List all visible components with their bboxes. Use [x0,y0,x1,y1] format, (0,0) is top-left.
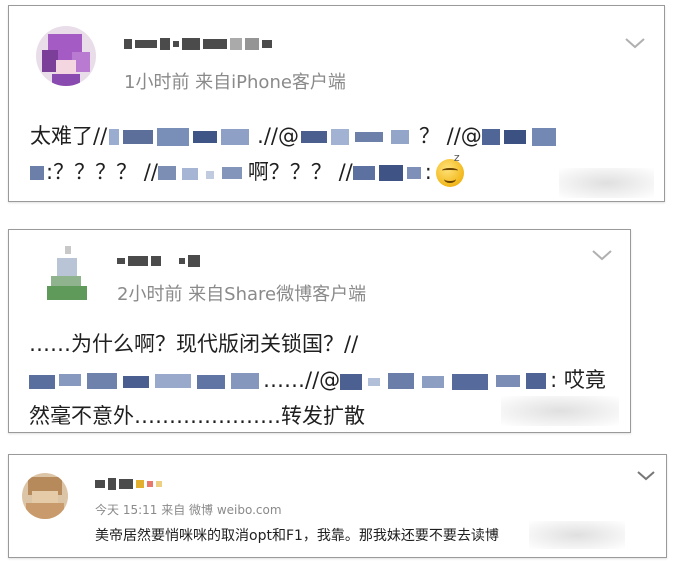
user-avatar[interactable] [36,26,96,86]
watermark-blur [529,521,625,549]
sleepy-smile-emoji-icon: z [435,151,464,187]
post-meta: 今天 15:11 来自 微博 weibo.com [95,503,282,517]
user-avatar[interactable] [22,473,68,519]
redacted-mention [107,126,257,148]
post-meta: 1小时前 来自iPhone客户端 [124,72,346,93]
post-card-3: 今天 15:11 来自 微博 weibo.com 美帝居然要悄咪咪的取消opt和… [8,454,667,558]
post-text-line-1: 太难了// .//@ ？ //@ [30,120,562,150]
post-card-2: 2小时前 来自Share微博客户端 ……为什么啊？现代版闭关锁国？// ……//… [8,229,631,433]
redacted-mention [299,126,419,148]
post-text-line-2: :？？？？ // 啊？？？ // :z [30,151,464,187]
chevron-down-icon[interactable] [624,36,646,50]
redacted-mention [340,370,550,392]
watermark-blur [559,168,654,198]
redacted-mention [30,162,46,184]
post-text-line-2: ……//@ : 哎竟 [29,364,606,394]
user-avatar[interactable] [45,244,89,302]
chevron-down-icon[interactable] [635,469,657,483]
redacted-mention [481,126,562,148]
post-meta: 2小时前 来自Share微博客户端 [117,284,367,305]
redacted-mention [352,162,425,184]
redacted-mention [157,162,248,184]
post-text-line-1: 美帝居然要悄咪咪的取消opt和F1，我靠。那我妹还要不要去读博 [95,528,499,544]
redacted-mention [29,370,263,392]
username-redacted[interactable] [117,250,200,272]
post-text-line-1: ……为什么啊？现代版闭关锁国？// [29,332,359,356]
post-text-line-3: 然毫不意外…………………转发扩散 [29,404,365,428]
watermark-blur [501,396,619,426]
chevron-down-icon[interactable] [591,248,613,262]
post-card-1: 1小时前 来自iPhone客户端 太难了// .//@ ？ //@ :？？？？ … [8,5,665,202]
username-redacted[interactable] [95,473,162,495]
username-redacted[interactable] [124,33,272,55]
